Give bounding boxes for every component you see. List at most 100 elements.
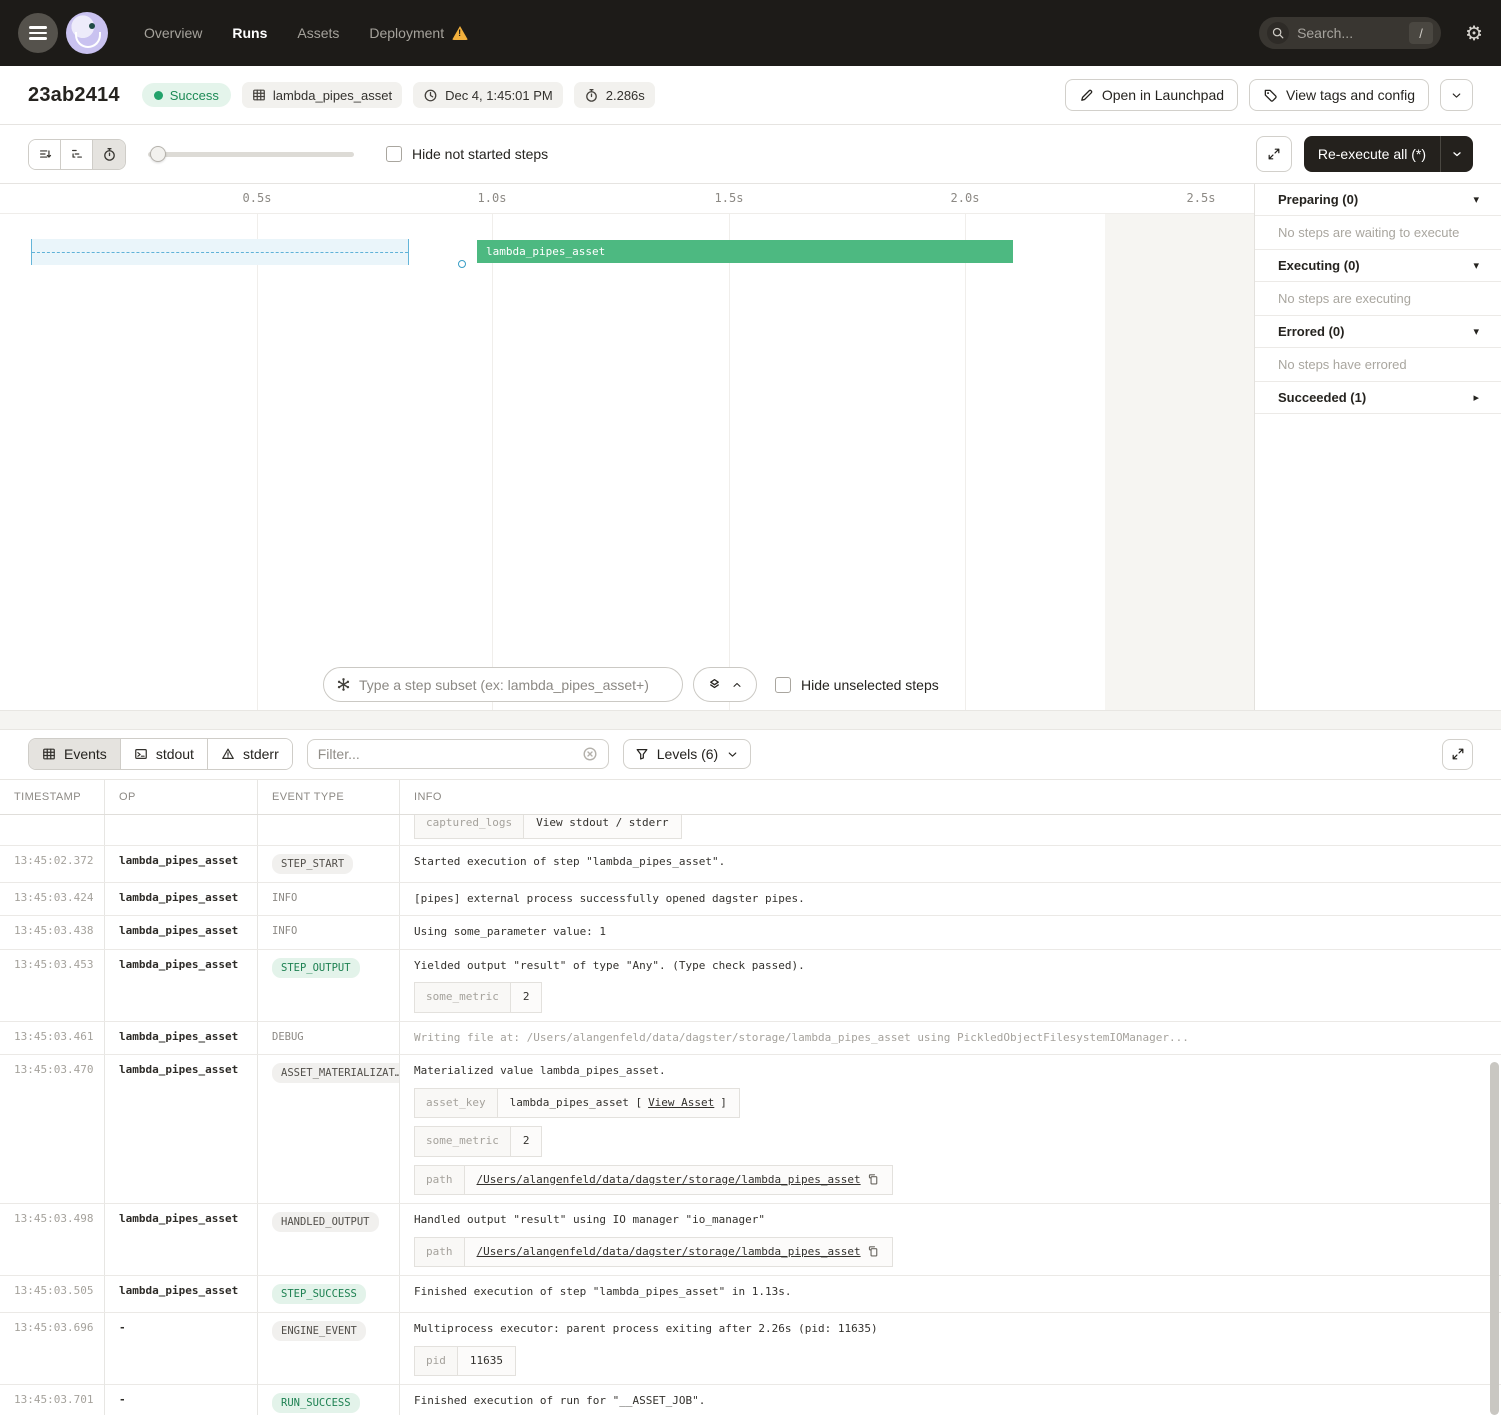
event-type-badge: DEBUG	[272, 1031, 304, 1043]
reexecute-all-button[interactable]: Re-execute all (*)	[1304, 146, 1440, 162]
log-timestamp: 13:45:03.453	[0, 950, 105, 1021]
log-row[interactable]: 13:45:03.424 lambda_pipes_asset INFO [pi…	[0, 883, 1501, 917]
gear-icon[interactable]: ⚙	[1465, 21, 1483, 45]
flatten-view-button[interactable]	[29, 140, 61, 169]
log-timestamp: 13:45:03.461	[0, 1022, 105, 1055]
log-row[interactable]: 13:45:03.438 lambda_pipes_asset INFO Usi…	[0, 916, 1501, 950]
warning-icon	[452, 26, 468, 40]
hamburger-menu-button[interactable]	[18, 13, 58, 53]
tag-icon	[1263, 88, 1278, 103]
log-event-type-cell: STEP_OUTPUT	[258, 950, 400, 1021]
checkbox-icon[interactable]	[775, 677, 791, 693]
panel-resize-handle[interactable]	[0, 710, 1501, 730]
sidebar-section-succeeded[interactable]: Succeeded (1) ▸	[1255, 382, 1501, 414]
sidebar-section-preparing[interactable]: Preparing (0) ▾	[1255, 184, 1501, 216]
global-search[interactable]: /	[1259, 17, 1441, 49]
metadata-link[interactable]: View Asset	[648, 1095, 714, 1112]
gantt-step-bar[interactable]: lambda_pipes_asset	[477, 240, 1013, 263]
timed-view-button[interactable]	[93, 140, 125, 169]
metadata-link[interactable]: /Users/alangenfeld/data/dagster/storage/…	[477, 1244, 861, 1261]
gantt-out-of-range-band	[1105, 214, 1254, 710]
open-in-launchpad-button[interactable]: Open in Launchpad	[1065, 79, 1238, 111]
log-message: [pipes] external process successfully op…	[414, 891, 1489, 908]
terminal-icon	[134, 747, 148, 761]
metadata-text: 2	[523, 989, 530, 1006]
sidebar-section-errored[interactable]: Errored (0) ▾	[1255, 316, 1501, 348]
metadata-text: 2	[523, 1133, 530, 1150]
log-row[interactable]: 13:45:03.498 lambda_pipes_asset HANDLED_…	[0, 1204, 1501, 1276]
reexecute-dropdown-button[interactable]	[1441, 148, 1473, 160]
caret-right-icon[interactable]: ▸	[1473, 391, 1479, 404]
metadata-link[interactable]: /Users/alangenfeld/data/dagster/storage/…	[477, 1172, 861, 1189]
log-filter-input[interactable]	[318, 746, 574, 762]
nav-item-deployment[interactable]: Deployment	[369, 25, 468, 41]
caret-down-icon[interactable]: ▾	[1473, 325, 1479, 338]
log-op: lambda_pipes_asset	[105, 916, 258, 949]
sidebar-section-executing[interactable]: Executing (0) ▾	[1255, 250, 1501, 282]
hide-not-started-checkbox[interactable]: Hide not started steps	[386, 146, 548, 162]
zoom-slider[interactable]	[148, 146, 354, 162]
log-row[interactable]: 13:45:03.505 lambda_pipes_asset STEP_SUC…	[0, 1276, 1501, 1313]
metadata-value: 2	[511, 983, 542, 1012]
dagster-logo[interactable]	[66, 12, 108, 54]
checkbox-icon[interactable]	[386, 146, 402, 162]
gridline	[257, 214, 258, 710]
gridline	[729, 214, 730, 710]
log-info: Handled output "result" using IO manager…	[400, 1204, 1501, 1275]
log-row[interactable]: captured_logsView stdout / stderr	[0, 815, 1501, 846]
section-empty-message: No steps are executing	[1255, 282, 1501, 316]
view-tags-config-button[interactable]: View tags and config	[1249, 79, 1429, 111]
log-table: TIMESTAMPOPEVENT TYPEINFO captured_logsV…	[0, 779, 1501, 1415]
log-info: Started execution of step "lambda_pipes_…	[400, 846, 1501, 882]
clear-filter-icon[interactable]	[582, 746, 598, 762]
log-row[interactable]: 13:45:03.470 lambda_pipes_asset ASSET_MA…	[0, 1055, 1501, 1204]
tab-label: stdout	[156, 746, 194, 762]
nav-item-label[interactable]: Runs	[232, 25, 267, 41]
chevron-down-icon	[1451, 148, 1463, 160]
run-id: 23ab2414	[28, 84, 120, 107]
caret-down-icon[interactable]: ▾	[1473, 259, 1479, 272]
slider-handle[interactable]	[150, 146, 166, 162]
hide-unselected-checkbox[interactable]: Hide unselected steps	[775, 677, 939, 693]
step-subset-input[interactable]	[359, 677, 670, 693]
slash-shortcut-key: /	[1409, 22, 1433, 44]
levels-dropdown[interactable]: Levels (6)	[623, 739, 751, 769]
nav-item-label[interactable]: Assets	[297, 25, 339, 41]
log-info: [pipes] external process successfully op…	[400, 883, 1501, 916]
copy-icon[interactable]	[867, 1245, 880, 1258]
log-info: Using some_parameter value: 1	[400, 916, 1501, 949]
gantt-fullscreen-button[interactable]	[1256, 136, 1292, 172]
log-message: Writing file at: /Users/alangenfeld/data…	[414, 1030, 1489, 1047]
tab-stdout[interactable]: stdout	[121, 739, 208, 769]
nav-item-label[interactable]: Overview	[144, 25, 202, 41]
logs-scrollbar[interactable]	[1490, 1062, 1499, 1415]
nav-item-assets[interactable]: Assets	[297, 25, 339, 41]
tab-stderr[interactable]: stderr	[208, 739, 292, 769]
search-input[interactable]	[1289, 25, 1409, 41]
run-actions-dropdown-button[interactable]	[1440, 79, 1473, 111]
log-row[interactable]: 13:45:03.461 lambda_pipes_asset DEBUG Wr…	[0, 1022, 1501, 1056]
gridline	[492, 214, 493, 710]
log-row[interactable]: 13:45:02.372 lambda_pipes_asset STEP_STA…	[0, 846, 1501, 883]
hamburger-icon	[29, 23, 47, 43]
slider-track[interactable]	[148, 152, 354, 157]
copy-icon[interactable]	[867, 1173, 880, 1186]
job-name-pill[interactable]: lambda_pipes_asset	[242, 82, 402, 108]
chevron-down-icon	[726, 748, 739, 761]
log-row[interactable]: 13:45:03.453 lambda_pipes_asset STEP_OUT…	[0, 950, 1501, 1022]
axis-tick-label: 0.5s	[243, 191, 272, 205]
gantt-step-marker-icon[interactable]	[458, 260, 466, 268]
waterfall-view-button[interactable]	[61, 140, 93, 169]
log-op: lambda_pipes_asset	[105, 1022, 258, 1055]
gantt-body: lambda_pipes_asset Hide unselected steps	[0, 214, 1254, 710]
nav-item-overview[interactable]: Overview	[144, 25, 202, 41]
tab-events[interactable]: Events	[29, 739, 121, 769]
caret-down-icon[interactable]: ▾	[1473, 193, 1479, 206]
graph-query-toggle-button[interactable]	[693, 667, 757, 702]
nav-item-label[interactable]: Deployment	[369, 25, 444, 41]
log-event-type-cell	[258, 815, 400, 845]
nav-item-runs[interactable]: Runs	[232, 25, 267, 41]
log-timestamp: 13:45:03.424	[0, 883, 105, 916]
top-nav: Overview Runs Assets Deployment / ⚙	[0, 0, 1501, 66]
logs-fullscreen-button[interactable]	[1442, 739, 1473, 770]
